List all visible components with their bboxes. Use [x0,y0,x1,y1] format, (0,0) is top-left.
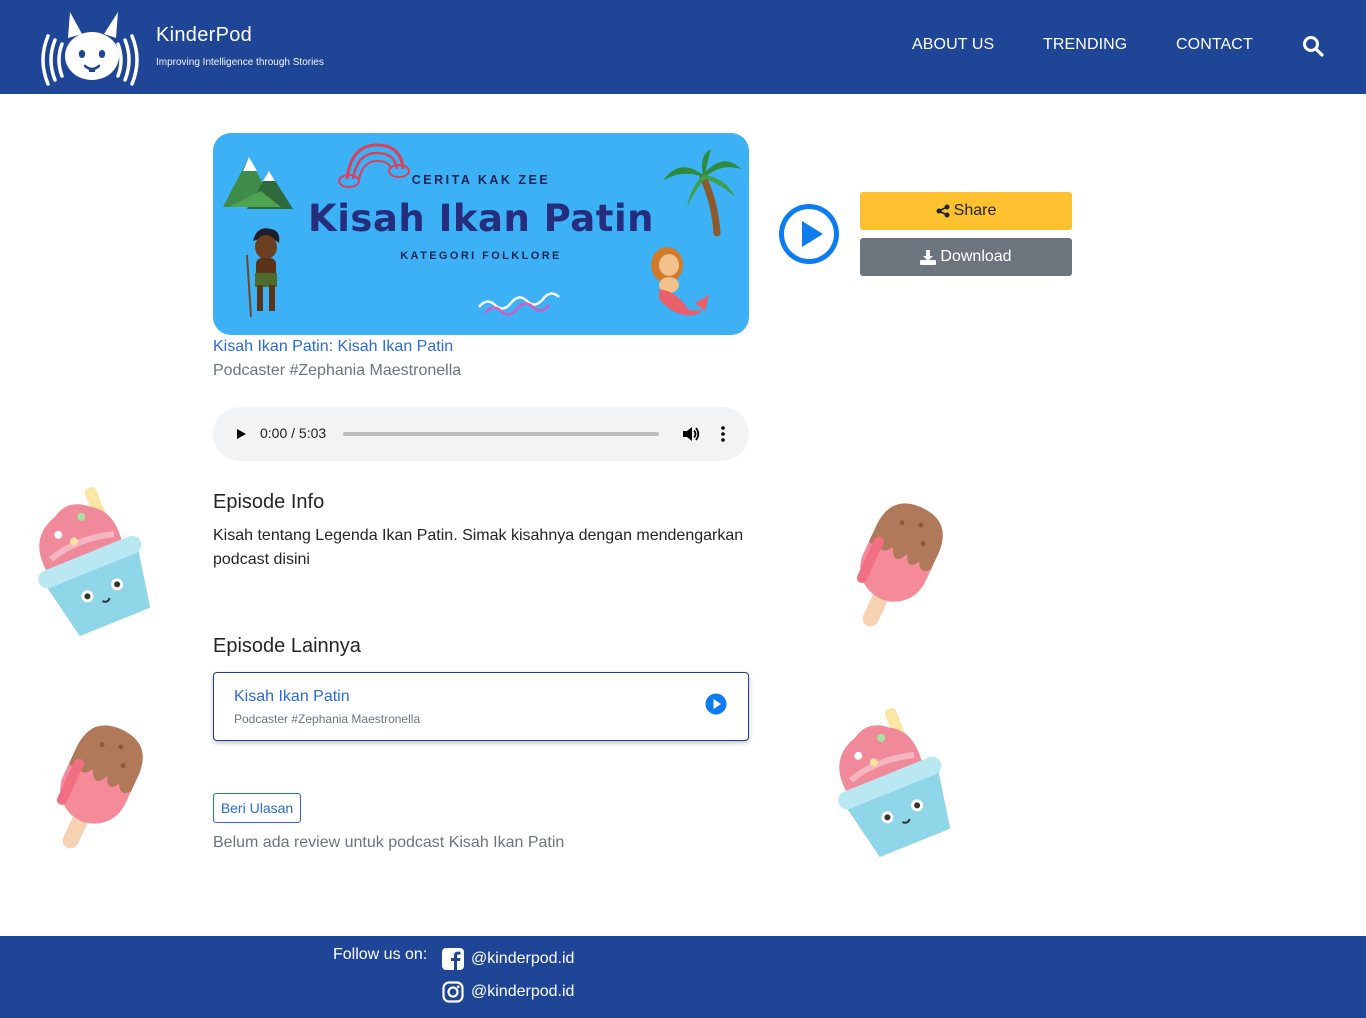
nav-contact[interactable]: CONTACT [1176,36,1253,54]
facebook-handle: @kinderpod.id [471,950,575,967]
share-icon [936,204,950,218]
brand-tagline: Improving Intelligence through Stories [156,57,324,68]
other-episodes-heading: Episode Lainnya [213,635,361,657]
volume-icon[interactable] [681,424,701,444]
instagram-icon [442,981,464,1003]
review-empty-text: Belum ada review untuk podcast Kisah Ika… [213,834,565,851]
facebook-link[interactable]: @kinderpod.id [442,948,574,970]
other-episode-card[interactable]: Kisah Ikan Patin Podcaster #Zephania Mae… [213,672,749,741]
popsicle-illustration [56,725,143,849]
follow-us-label: Follow us on: [333,946,428,963]
download-icon [920,249,937,265]
ice-cream-cup-illustration [838,708,951,858]
ice-cream-cup-illustration [38,487,151,637]
share-button[interactable]: Share [860,192,1072,230]
wave-illustration [478,292,560,316]
instagram-link[interactable]: @kinderpod.id [442,981,574,1003]
instagram-handle: @kinderpod.id [471,983,575,1000]
episode-title-link[interactable]: Kisah Ikan Patin: Kisah Ikan Patin [213,338,453,356]
cover-kicker: CERITA KAK ZEE [411,173,551,187]
cover-subtitle: KATEGORI FOLKLORE [400,250,562,262]
download-label: Download [940,248,1012,265]
give-review-button[interactable]: Beri Ulasan [213,793,301,823]
audio-progress-slider[interactable] [343,432,659,436]
download-button[interactable]: Download [860,238,1072,276]
big-play-button[interactable] [779,204,839,264]
nav-trending[interactable]: TRENDING [1043,36,1127,54]
audio-play-icon[interactable] [233,426,249,442]
episode-info-heading: Episode Info [213,491,325,513]
episode-info-text: Kisah tentang Legenda Ikan Patin. Simak … [213,527,744,568]
episode-cover-image: CERITA KAK ZEE Kisah Ikan Patin KATEGORI… [213,133,749,335]
popsicle-illustration [856,503,943,627]
bunny-logo-icon [41,12,139,86]
cover-title: Kisah Ikan Patin [308,197,654,240]
brand[interactable]: KinderPod Improving Intelligence through… [32,8,324,88]
play-circle-icon[interactable] [705,693,727,715]
facebook-icon [442,948,464,970]
episode-podcaster: Podcaster #Zephania Maestronella [213,362,462,379]
navbar: KinderPod Improving Intelligence through… [0,0,1366,94]
other-episode-title: Kisah Ikan Patin [234,688,350,705]
brand-name: KinderPod [156,24,253,46]
nav-about-us[interactable]: ABOUT US [912,36,994,54]
share-label: Share [953,202,997,219]
other-episode-podcaster: Podcaster #Zephania Maestronella [234,712,421,726]
play-icon [784,209,834,259]
footer: Follow us on: @kinderpod.id @kinderpod.i… [0,936,1366,1018]
audio-time: 0:00 / 5:03 [260,425,327,441]
audio-player: 0:00 / 5:03 [213,407,749,461]
more-options-icon[interactable] [715,424,731,444]
search-icon[interactable] [1302,35,1324,57]
